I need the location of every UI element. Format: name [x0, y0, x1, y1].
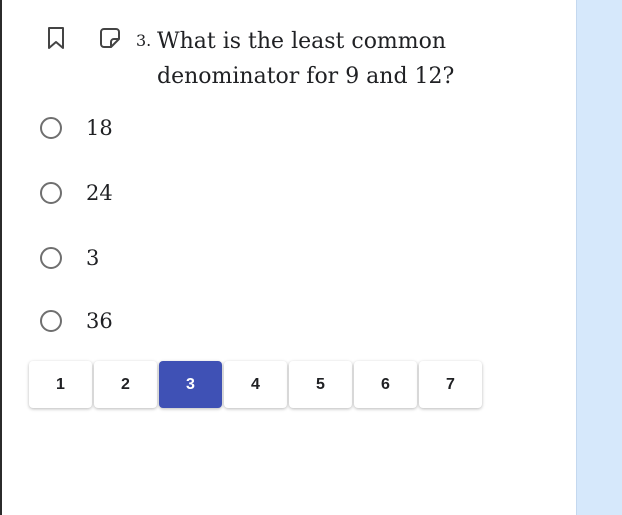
answer-option[interactable]: 24	[40, 175, 113, 211]
page-button-2[interactable]: 2	[94, 361, 157, 408]
radio-button[interactable]	[40, 117, 62, 139]
question-text: What is the least common denominator for…	[157, 29, 455, 89]
page-button-5[interactable]: 5	[289, 361, 352, 408]
answer-option[interactable]: 18	[40, 110, 113, 146]
page-button-6[interactable]: 6	[354, 361, 417, 408]
page-button-1[interactable]: 1	[29, 361, 92, 408]
sticky-note-icon	[100, 28, 120, 48]
answer-option[interactable]: 36	[40, 303, 113, 339]
radio-button[interactable]	[40, 247, 62, 269]
radio-button[interactable]	[40, 182, 62, 204]
bookmark-icon	[48, 27, 64, 49]
radio-button[interactable]	[40, 310, 62, 332]
page-button-4[interactable]: 4	[224, 361, 287, 408]
page-button-7[interactable]: 7	[419, 361, 482, 408]
page-button-3[interactable]: 3	[159, 361, 222, 408]
answer-option[interactable]: 3	[40, 240, 99, 276]
option-label: 3	[86, 246, 100, 270]
option-label: 24	[86, 181, 113, 205]
bookmark-button[interactable]	[42, 24, 70, 52]
side-panel	[576, 0, 622, 515]
note-button[interactable]	[96, 24, 124, 52]
question-panel: 3. What is the least common denominator …	[0, 0, 576, 515]
question-pagination: 1 2 3 4 5 6 7	[29, 361, 484, 408]
option-label: 18	[86, 116, 113, 140]
option-label: 36	[86, 309, 113, 333]
question-number: 3.	[136, 31, 152, 50]
